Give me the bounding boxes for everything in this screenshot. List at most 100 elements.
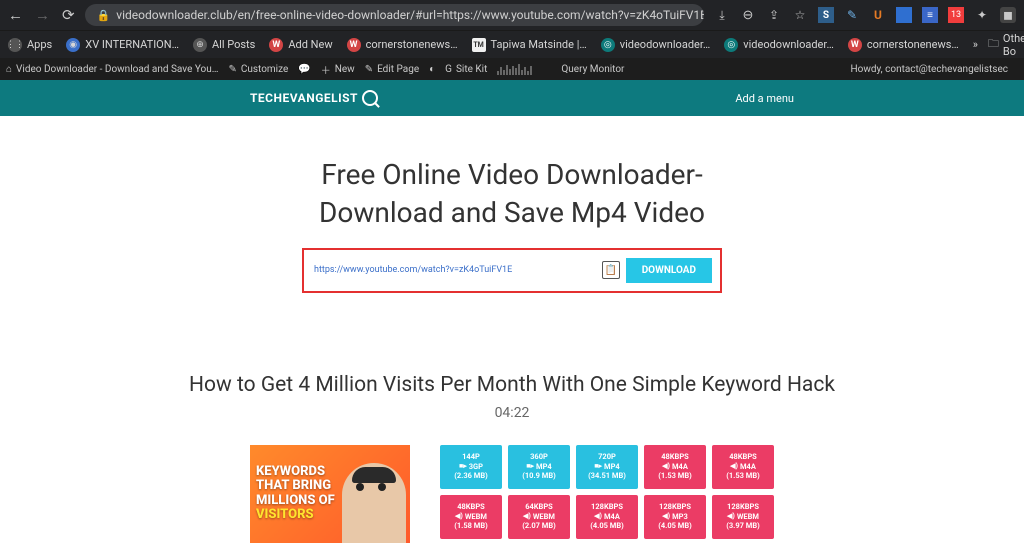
site-icon: ◎	[601, 38, 615, 52]
thumb-caption: KEYWORDS THAT BRING MILLIONS OF VISITORS	[250, 461, 341, 526]
bookmark-label: Other Bo	[1003, 32, 1024, 58]
wp-graph[interactable]	[497, 63, 551, 75]
face-graphic	[342, 463, 406, 543]
star-icon[interactable]: ☆	[792, 7, 808, 23]
page-content: Free Online Video Downloader- Download a…	[0, 116, 1024, 543]
bookmark-vd2[interactable]: ◎ videodownloader…	[724, 38, 834, 52]
wp-label: Edit Page	[377, 64, 419, 75]
w-icon: W	[347, 38, 361, 52]
forward-icon[interactable]: →	[35, 6, 50, 24]
bookmark-cs1[interactable]: W cornerstonenews…	[347, 38, 458, 52]
bookmark-tm[interactable]: TM Tapiwa Matsinde |…	[472, 38, 587, 52]
wp-new[interactable]: ＋ New	[321, 62, 355, 77]
wp-customize[interactable]: ✎ Customize	[228, 64, 288, 75]
wp-site-title[interactable]: ⌂ Video Downloader - Download and Save Y…	[6, 64, 218, 75]
bookmark-label: All Posts	[212, 38, 255, 51]
wp-query-monitor[interactable]: Query Monitor	[561, 64, 624, 75]
wp-label: Query Monitor	[561, 64, 624, 75]
wp-howdy[interactable]: Howdy, contact@techevangelistsec	[850, 64, 1008, 75]
share-icon[interactable]: ⇪	[766, 7, 782, 23]
clipboard-icon[interactable]: 📋	[602, 261, 620, 279]
video-thumbnail[interactable]: KEYWORDS THAT BRING MILLIONS OF VISITORS	[250, 445, 410, 543]
format-tile[interactable]: 48KBPS◀)M4A(1.53 MB)	[712, 445, 774, 489]
page-title: Free Online Video Downloader- Download a…	[0, 156, 1024, 232]
bookmarks-chevron[interactable]: »	[973, 38, 978, 51]
video-url-input[interactable]	[312, 261, 596, 279]
magnifier-icon	[362, 90, 378, 106]
bookmark-label: videodownloader…	[743, 38, 834, 51]
format-tile[interactable]: 48KBPS◀)WEBM(1.58 MB)	[440, 495, 502, 539]
wp-icon: ⊕	[193, 38, 207, 52]
other-bookmarks[interactable]: 🗀 Other Bo	[988, 32, 1024, 58]
w-icon: W	[848, 38, 862, 52]
site-header: TECHEVANGELIST Add a menu	[0, 80, 1024, 116]
bookmark-label: XV INTERNATION…	[85, 38, 179, 51]
extension-blue-icon[interactable]	[896, 7, 912, 23]
bookmark-xv[interactable]: ◉ XV INTERNATION…	[66, 38, 179, 52]
format-tile[interactable]: 64KBPS◀)WEBM(2.07 MB)	[508, 495, 570, 539]
install-icon[interactable]: ⤓	[714, 7, 730, 23]
format-tile[interactable]: 360P■▸MP4(10.9 MB)	[508, 445, 570, 489]
bookmark-label: cornerstonenews…	[366, 38, 458, 51]
wp-stats-icon[interactable]: ◐	[429, 64, 435, 75]
account-icon[interactable]: ◼	[1000, 7, 1016, 23]
stats-icon: ◐	[429, 64, 435, 75]
site-logo[interactable]: TECHEVANGELIST	[250, 90, 378, 106]
logo-text: TECHEVANGELIST	[250, 91, 358, 105]
g-icon: G	[445, 64, 452, 75]
extension-docs-icon[interactable]: ≡	[922, 7, 938, 23]
brush-icon: ✎	[228, 64, 236, 75]
lock-icon: 🔒	[97, 9, 111, 22]
format-tile[interactable]: 144P■▸3GP(2.36 MB)	[440, 445, 502, 489]
format-tile[interactable]: 128KBPS◀)M4A(4.05 MB)	[576, 495, 638, 539]
download-button[interactable]: DOWNLOAD	[626, 258, 712, 283]
bookmark-addnew[interactable]: W Add New	[269, 38, 332, 52]
extensions-puzzle-icon[interactable]: ✦	[974, 7, 990, 23]
format-tile[interactable]: 48KBPS◀)M4A(1.53 MB)	[644, 445, 706, 489]
download-box: 📋 DOWNLOAD	[302, 248, 722, 293]
format-tile[interactable]: 128KBPS◀)WEBM(3.97 MB)	[712, 495, 774, 539]
globe-icon: ◉	[66, 38, 80, 52]
bookmark-label: cornerstonenews…	[867, 38, 959, 51]
reload-icon[interactable]: ⟳	[62, 6, 75, 24]
address-bar[interactable]: 🔒 videodownloader.club/en/free-online-vi…	[85, 4, 704, 26]
browser-toolbar: ← → ⟳ 🔒 videodownloader.club/en/free-onl…	[0, 0, 1024, 30]
extension-pencil-icon[interactable]: ✎	[844, 7, 860, 23]
bookmark-apps[interactable]: ⋮⋮ Apps	[8, 38, 52, 52]
wp-admin-bar: ⌂ Video Downloader - Download and Save Y…	[0, 58, 1024, 80]
plus-icon: ＋	[321, 62, 331, 77]
results-row: KEYWORDS THAT BRING MILLIONS OF VISITORS…	[0, 445, 1024, 543]
title-line1: Free Online Video Downloader-	[321, 158, 703, 191]
format-tile[interactable]: 128KBPS◀)MP3(4.05 MB)	[644, 495, 706, 539]
add-menu-link[interactable]: Add a menu	[735, 92, 794, 105]
folder-icon: 🗀	[988, 35, 999, 54]
bookmark-label: Apps	[27, 38, 52, 51]
wp-comments[interactable]: 💬	[298, 64, 310, 75]
extension-cal-icon[interactable]: 13	[948, 7, 964, 23]
w-icon: W	[269, 38, 283, 52]
bookmark-label: Tapiwa Matsinde |…	[491, 38, 587, 51]
comment-icon: 💬	[298, 64, 310, 75]
zoom-icon[interactable]: ⊖	[740, 7, 756, 23]
bookmark-label: Add New	[288, 38, 332, 51]
bookmark-label: videodownloader…	[620, 38, 711, 51]
wp-label: New	[335, 64, 355, 75]
toolbar-right: ⤓ ⊖ ⇪ ☆ S ✎ U ≡ 13 ✦ ◼	[714, 7, 1016, 23]
bookmark-cs2[interactable]: W cornerstonenews…	[848, 38, 959, 52]
format-tile[interactable]: 720P■▸MP4(34.51 MB)	[576, 445, 638, 489]
format-grid: 144P■▸3GP(2.36 MB)360P■▸MP4(10.9 MB)720P…	[440, 445, 774, 543]
title-line2: Download and Save Mp4 Video	[319, 196, 705, 229]
tm-icon: TM	[472, 38, 486, 52]
site-icon: ◎	[724, 38, 738, 52]
wp-sitekit[interactable]: G Site Kit	[445, 64, 487, 75]
wp-label: Customize	[241, 64, 288, 75]
wp-edit[interactable]: ✎ Edit Page	[365, 64, 419, 75]
bookmark-allposts[interactable]: ⊕ All Posts	[193, 38, 255, 52]
extension-u-icon[interactable]: U	[870, 7, 886, 23]
bookmarks-bar: ⋮⋮ Apps ◉ XV INTERNATION… ⊕ All Posts W …	[0, 30, 1024, 58]
wp-label: Video Downloader - Download and Save You…	[16, 64, 218, 75]
extension-s-icon[interactable]: S	[818, 7, 834, 23]
bookmark-vd1[interactable]: ◎ videodownloader…	[601, 38, 711, 52]
back-icon[interactable]: ←	[8, 6, 23, 24]
pencil-icon: ✎	[365, 64, 373, 75]
